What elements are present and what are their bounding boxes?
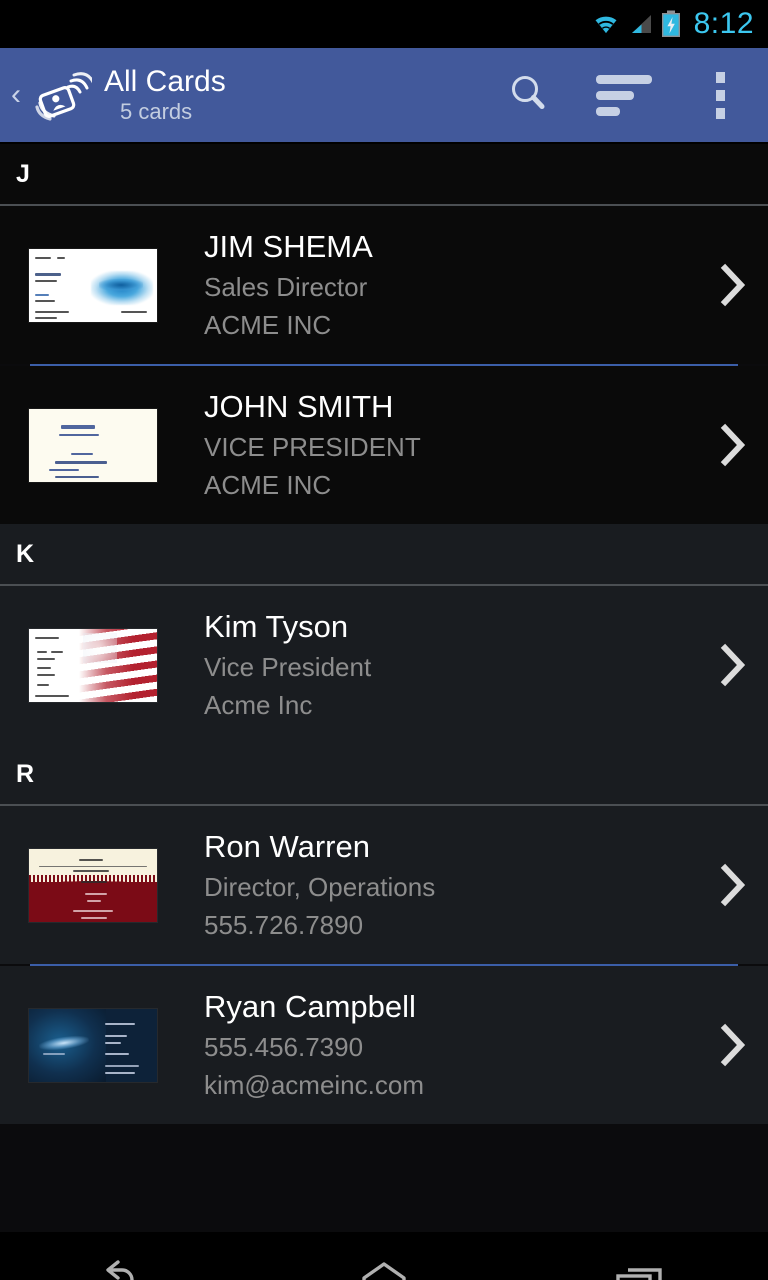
contact-name: JIM SHEMA	[204, 229, 373, 264]
section-letter: R	[16, 759, 35, 788]
overflow-menu-button[interactable]	[672, 47, 768, 143]
status-clock: 8:12	[693, 7, 754, 40]
card-thumbnail	[28, 847, 158, 923]
android-home-button[interactable]	[314, 1232, 454, 1280]
list-item-text: JIM SHEMA Sales Director ACME INC	[204, 226, 696, 344]
android-recents-button[interactable]	[570, 1232, 710, 1280]
status-icons	[592, 10, 682, 38]
chevron-right-icon[interactable]	[696, 1020, 768, 1070]
action-bar: ‹ All Cards 5 cards	[0, 48, 768, 144]
contact-name: Ron Warren	[204, 829, 370, 864]
wifi-icon	[592, 12, 620, 36]
action-bar-titles: All Cards 5 cards	[104, 65, 226, 125]
contact-phone: 555.456.7390	[204, 1032, 364, 1062]
contact-title: Vice President	[204, 652, 372, 682]
battery-charging-icon	[660, 10, 682, 38]
chevron-right-icon[interactable]	[696, 860, 768, 910]
search-icon	[506, 71, 550, 120]
section-letter: K	[16, 539, 35, 568]
chevron-right-icon[interactable]	[696, 420, 768, 470]
section-header-j: J	[0, 144, 768, 206]
action-bar-actions	[480, 48, 768, 142]
card-thumbnail	[28, 1007, 158, 1083]
page-subtitle: 5 cards	[120, 99, 193, 124]
list-item[interactable]: JIM SHEMA Sales Director ACME INC	[0, 206, 768, 364]
list-item[interactable]: Ron Warren Director, Operations 555.726.…	[0, 806, 768, 964]
contact-name: Ryan Campbell	[204, 989, 416, 1024]
android-back-button[interactable]	[58, 1232, 198, 1280]
page-title: All Cards	[104, 65, 226, 98]
contact-company: Acme Inc	[204, 690, 313, 720]
contact-email: kim@acmeinc.com	[204, 1070, 424, 1100]
section-letter: J	[16, 159, 30, 188]
section-header-r: R	[0, 744, 768, 806]
sort-button[interactable]	[576, 47, 672, 143]
section-header-k: K	[0, 524, 768, 586]
card-scanner-logo-icon	[28, 63, 96, 127]
contact-phone: 555.726.7890	[204, 910, 364, 940]
contact-company: ACME INC	[204, 470, 332, 500]
search-button[interactable]	[480, 47, 576, 143]
chevron-right-icon[interactable]	[696, 640, 768, 690]
contact-title: Sales Director	[204, 272, 368, 302]
contact-name: JOHN SMITH	[204, 389, 394, 424]
card-thumbnail	[28, 247, 158, 323]
list-item-text: JOHN SMITH VICE PRESIDENT ACME INC	[204, 386, 696, 504]
cards-list[interactable]: J JIM SHEMA Sales Director ACME INC JOHN…	[0, 144, 768, 1232]
sort-icon	[596, 74, 652, 116]
list-item-text: Kim Tyson Vice President Acme Inc	[204, 606, 696, 724]
contact-title: Director, Operations	[204, 872, 436, 902]
up-navigation-button[interactable]: ‹	[0, 80, 26, 110]
android-navigation-bar	[0, 1232, 768, 1280]
contact-title: VICE PRESIDENT	[204, 432, 421, 462]
card-thumbnail	[28, 407, 158, 483]
list-item-text: Ron Warren Director, Operations 555.726.…	[204, 826, 696, 944]
contact-company: ACME INC	[204, 310, 332, 340]
list-item[interactable]: Ryan Campbell 555.456.7390 kim@acmeinc.c…	[0, 966, 768, 1124]
contact-name: Kim Tyson	[204, 609, 349, 644]
cellular-signal-icon	[627, 12, 653, 36]
list-item-text: Ryan Campbell 555.456.7390 kim@acmeinc.c…	[204, 986, 696, 1104]
phone-screen: 8:12 ‹ All Cards 5 cards J JIM SHEMA Sal…	[0, 0, 768, 1280]
list-item[interactable]: Kim Tyson Vice President Acme Inc	[0, 586, 768, 744]
chevron-right-icon[interactable]	[696, 260, 768, 310]
card-thumbnail	[28, 627, 158, 703]
list-item[interactable]: JOHN SMITH VICE PRESIDENT ACME INC	[0, 366, 768, 524]
overflow-menu-icon	[715, 71, 725, 119]
status-bar: 8:12	[0, 0, 768, 48]
